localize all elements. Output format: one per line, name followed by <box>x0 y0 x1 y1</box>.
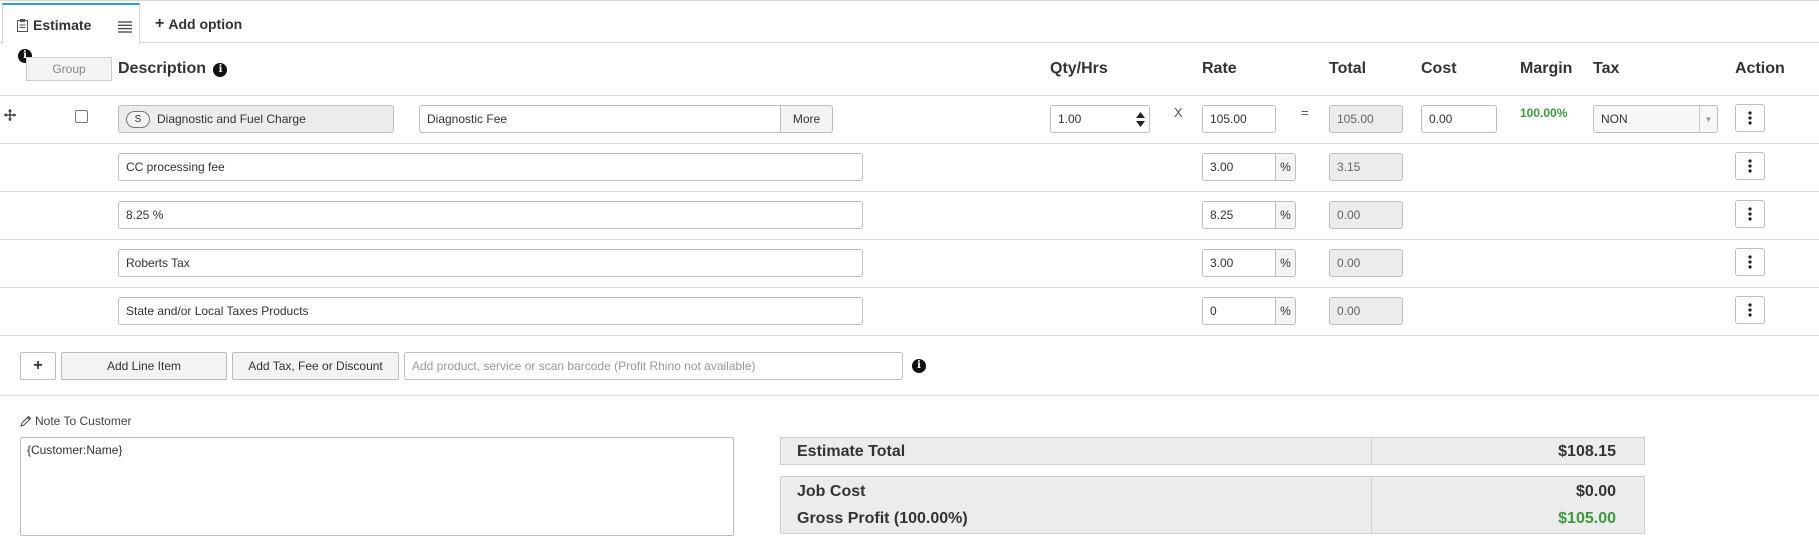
fee-total-field: 0.00 <box>1329 297 1403 325</box>
divider <box>0 191 1819 192</box>
chevron-down-icon[interactable] <box>1136 120 1145 127</box>
more-button[interactable]: More <box>780 105 833 133</box>
item-description-input[interactable]: Diagnostic Fee <box>419 105 781 133</box>
product-search-input[interactable]: Add product, service or scan barcode (Pr… <box>404 352 903 380</box>
divider <box>0 287 1819 288</box>
search-info-icon[interactable]: i <box>912 359 926 373</box>
divider <box>0 335 1819 336</box>
kebab-icon <box>1748 255 1752 269</box>
divider <box>0 395 1819 396</box>
pencil-icon <box>20 415 32 427</box>
add-option-button[interactable]: + Add option <box>155 3 242 44</box>
estimate-total-label: Estimate Total <box>797 443 906 460</box>
tab-bar: Estimate + Add option <box>0 0 1819 45</box>
add-tax-fee-discount-button[interactable]: Add Tax, Fee or Discount <box>232 352 399 380</box>
row-action-button[interactable] <box>1735 152 1765 180</box>
add-line-item-button[interactable]: Add Line Item <box>61 352 227 380</box>
fee-total-field: 0.00 <box>1329 201 1403 229</box>
add-option-label: Add option <box>168 15 243 32</box>
chevron-down-icon: ▼ <box>1699 106 1717 132</box>
description-info-icon[interactable]: i <box>213 63 228 77</box>
job-cost-value: $0.00 <box>1575 483 1616 500</box>
divider <box>0 239 1819 240</box>
margin-header: Margin <box>1520 60 1573 77</box>
add-plus-button[interactable]: + <box>20 352 56 380</box>
estimate-total-value: $108.15 <box>1558 443 1616 460</box>
row-action-button[interactable] <box>1735 104 1765 132</box>
gross-profit-label: Gross Profit (100.00%) <box>797 510 968 527</box>
plus-icon: + <box>155 14 165 32</box>
estimate-total-box: Estimate Total $108.15 <box>780 437 1645 465</box>
note-to-customer-label: Note To Customer <box>20 414 132 428</box>
margin-value: 100.00% <box>1520 106 1568 120</box>
equals-sign: = <box>1301 105 1309 120</box>
cost-input[interactable]: 0.00 <box>1421 105 1497 133</box>
row-action-button[interactable] <box>1735 296 1765 324</box>
fee-description-input[interactable]: CC processing fee <box>118 153 863 181</box>
tab-estimate-label: Estimate <box>33 17 92 33</box>
service-badge: S <box>126 110 150 128</box>
item-name-field[interactable]: S Diagnostic and Fuel Charge <box>118 105 394 133</box>
fee-rate-input[interactable]: 3.00 <box>1202 249 1276 277</box>
tab-estimate[interactable]: Estimate <box>2 3 140 45</box>
tax-select[interactable]: NON ▼ <box>1593 105 1718 133</box>
rate-header: Rate <box>1202 60 1237 77</box>
row-action-button[interactable] <box>1735 248 1765 276</box>
percent-addon: % <box>1276 249 1296 277</box>
profit-summary-box: Job Cost $0.00 Gross Profit (100.00%) $1… <box>780 476 1645 534</box>
percent-addon: % <box>1276 297 1296 325</box>
fee-description-input[interactable]: 8.25 % <box>118 201 863 229</box>
rate-input[interactable]: 105.00 <box>1202 105 1276 133</box>
qty-stepper[interactable] <box>1132 106 1149 132</box>
fee-rate-input[interactable]: 0 <box>1202 297 1276 325</box>
tax-header: Tax <box>1593 60 1620 77</box>
fee-description-input[interactable]: State and/or Local Taxes Products <box>118 297 863 325</box>
action-header: Action <box>1735 60 1785 77</box>
divider <box>0 95 1819 96</box>
list-menu-icon[interactable] <box>118 21 132 33</box>
qty-hrs-header: Qty/Hrs <box>1050 60 1108 77</box>
group-button[interactable]: Group <box>26 57 112 81</box>
multiply-sign: X <box>1174 105 1183 120</box>
percent-addon: % <box>1276 201 1296 229</box>
fee-rate-input[interactable]: 3.00 <box>1202 153 1276 181</box>
description-header: Description i <box>118 60 228 78</box>
fee-total-field: 0.00 <box>1329 249 1403 277</box>
kebab-icon <box>1748 303 1752 317</box>
kebab-icon <box>1748 207 1752 221</box>
chevron-up-icon[interactable] <box>1136 111 1145 118</box>
row-action-button[interactable] <box>1735 200 1765 228</box>
total-field: 105.00 <box>1329 105 1403 133</box>
fee-rate-input[interactable]: 8.25 <box>1202 201 1276 229</box>
total-header: Total <box>1329 60 1367 77</box>
kebab-icon <box>1748 159 1752 173</box>
note-textarea[interactable]: {Customer:Name} <box>20 437 734 536</box>
percent-addon: % <box>1276 153 1296 181</box>
job-cost-label: Job Cost <box>797 483 866 500</box>
gross-profit-value: $105.00 <box>1558 510 1616 527</box>
fee-total-field: 3.15 <box>1329 153 1403 181</box>
clipboard-icon <box>17 18 28 32</box>
kebab-icon <box>1748 111 1752 125</box>
divider <box>0 143 1819 144</box>
drag-handle-icon[interactable] <box>4 109 16 121</box>
fee-description-input[interactable]: Roberts Tax <box>118 249 863 277</box>
row-checkbox[interactable] <box>75 110 88 123</box>
cost-header: Cost <box>1421 60 1457 77</box>
